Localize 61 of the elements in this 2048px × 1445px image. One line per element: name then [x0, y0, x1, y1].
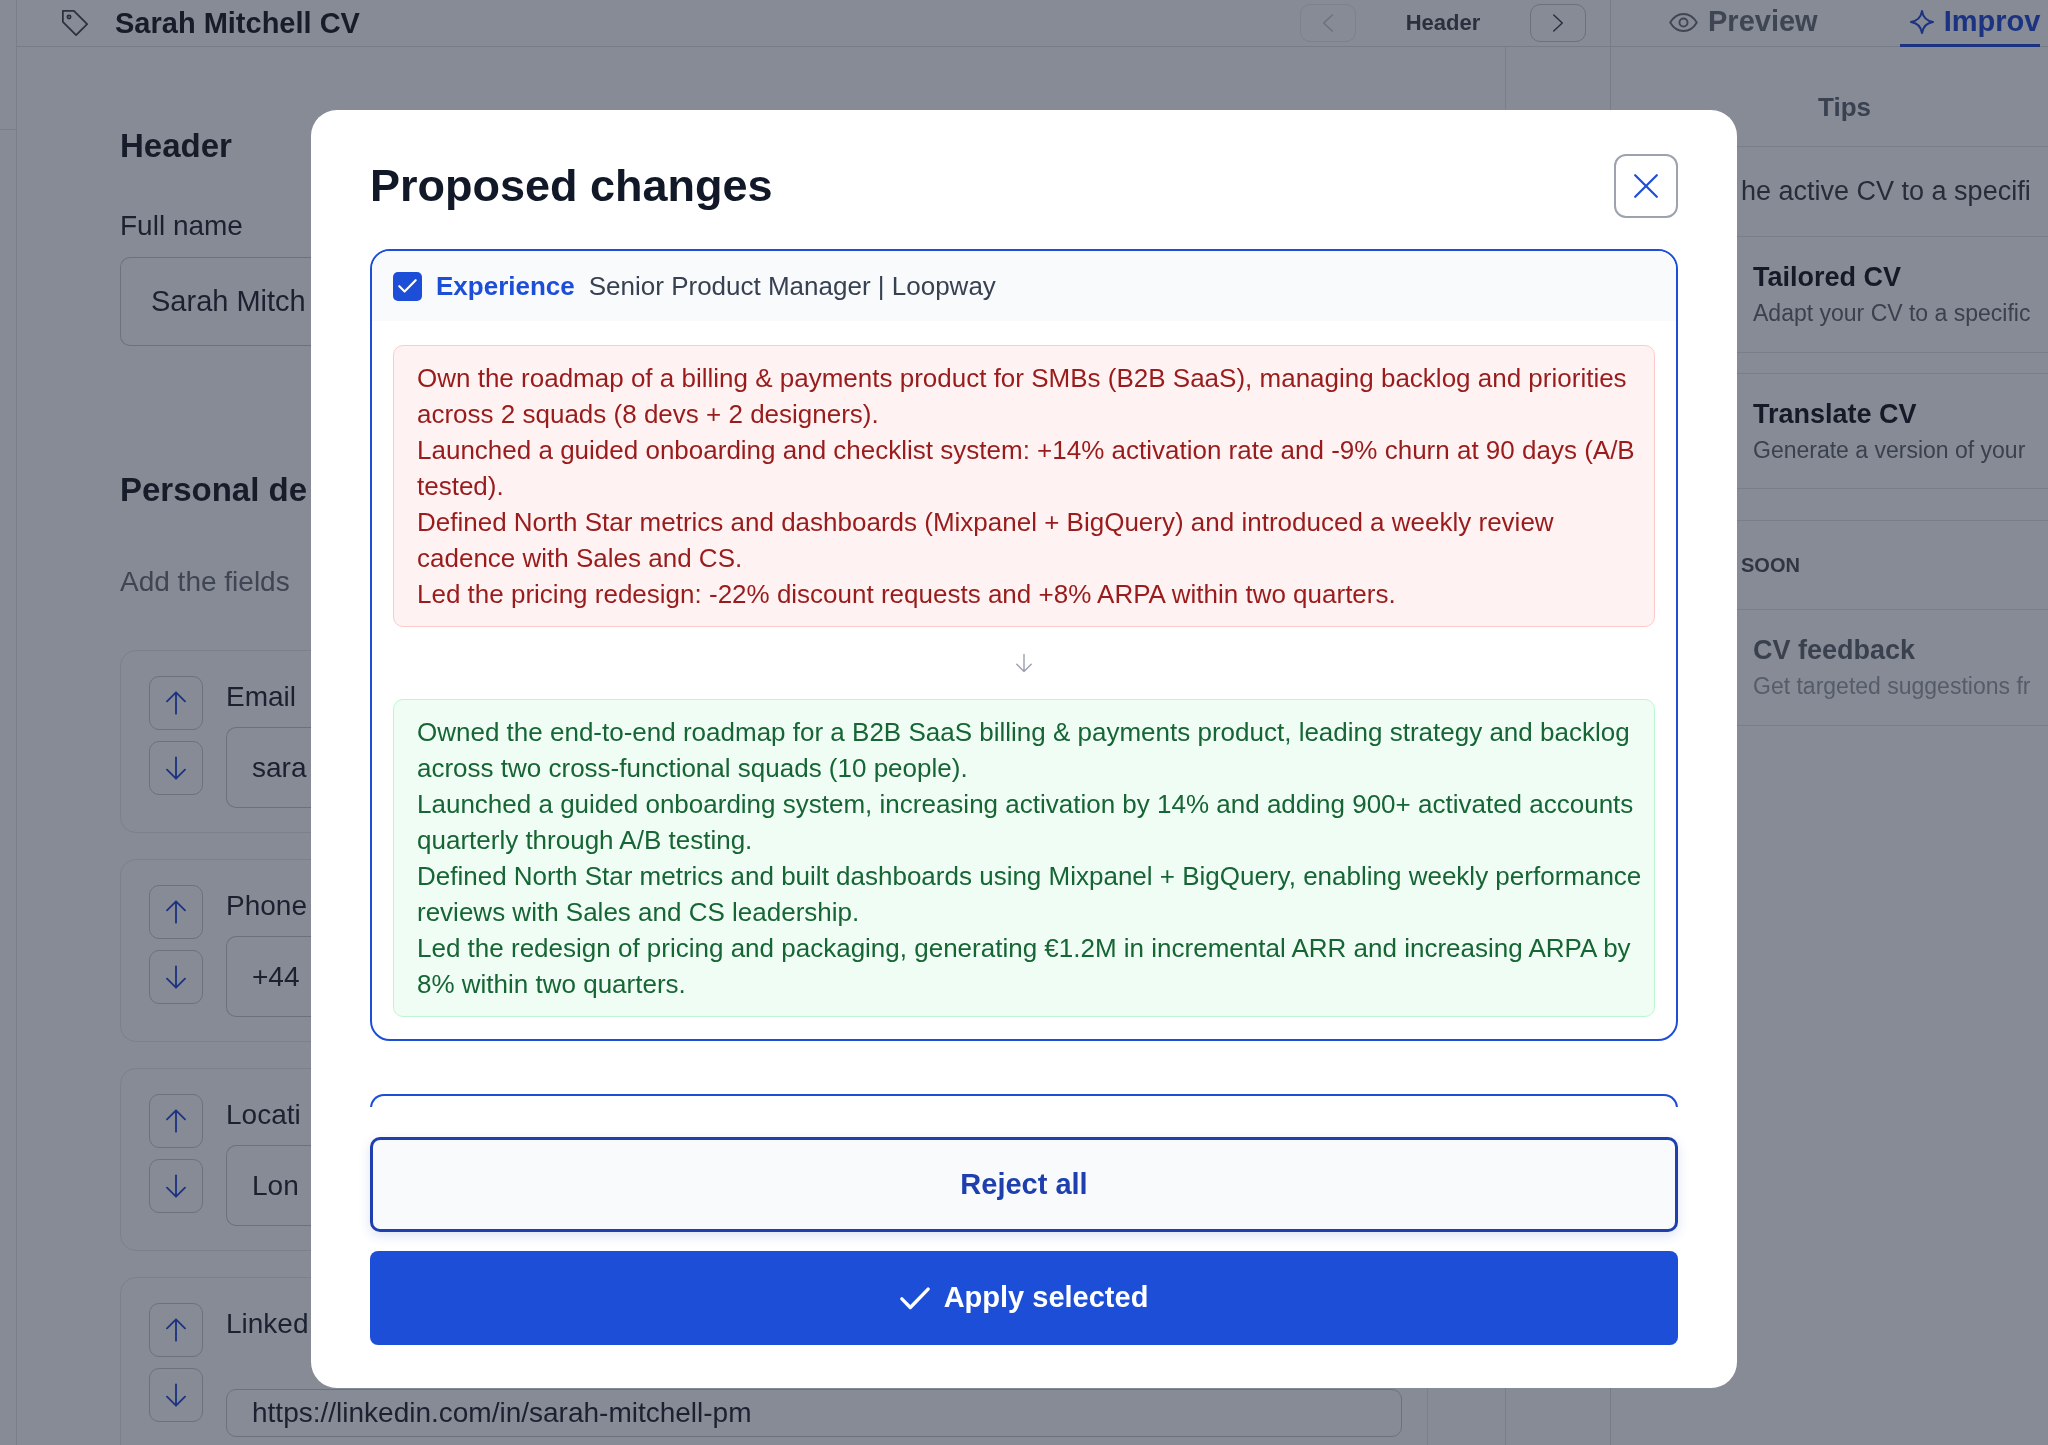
added-text: Defined North Star metrics and built dashboards using Mixpanel + BigQuery, enabling weekly performance reviews with Sales and CS leadership. — [417, 860, 1643, 929]
reject-all-button[interactable]: Reject all — [370, 1137, 1678, 1232]
arrow-down-icon — [166, 965, 186, 989]
arrow-up-icon — [166, 1318, 186, 1342]
removed-text: Defined North Star metrics and dashboards (Mixpanel + BigQuery) and introduced a weekly review cadence with Sales and CS. — [417, 506, 1555, 575]
change-section: Experience — [436, 266, 575, 306]
panel-tab[interactable]: Preview — [1655, 0, 1832, 47]
tool-description: Generate a version of your — [1753, 435, 2026, 465]
section-heading: Personal de — [120, 470, 308, 510]
removed-text: Led the pricing redesign: -22% discount requests and +8% ARPA within two quarters. — [417, 578, 1397, 611]
check-icon — [398, 279, 417, 293]
panel-section-title: Tips — [1818, 91, 1871, 124]
tool-description: Adapt your CV to a specific — [1753, 299, 2031, 328]
move-down-button[interactable] — [149, 950, 203, 1004]
field-label: Email — [226, 680, 296, 714]
check-icon — [899, 1286, 930, 1310]
field-label: Linked — [226, 1307, 309, 1341]
arrow-down-icon — [166, 756, 186, 780]
added-text: Launched a guided onboarding system, increasing activation by 14% and adding 900+ activated accounts quarterly through A/B testing. — [417, 788, 1635, 857]
move-up-button[interactable] — [149, 1094, 203, 1148]
section-heading: Header — [120, 126, 232, 166]
change-subtitle: Senior Product Manager | Loopway — [588, 269, 996, 303]
move-up-button[interactable] — [149, 676, 203, 730]
sparkle-icon — [1909, 10, 1934, 34]
group-label: SOON — [1741, 553, 1800, 578]
chevron-right-icon — [1553, 14, 1563, 32]
arrow-down-icon — [166, 1383, 186, 1407]
move-up-button[interactable] — [149, 1303, 203, 1357]
apply-selected-button[interactable]: Apply selected — [370, 1251, 1678, 1345]
move-down-button[interactable] — [149, 1159, 203, 1213]
arrow-up-icon — [166, 691, 186, 715]
added-text: Led the redesign of pricing and packaging, generating €1.2M in incremental ARR and increasing ARPA by 8% within two quarters. — [417, 932, 1632, 1001]
field-label: Locati — [226, 1098, 301, 1132]
tag-icon — [62, 10, 88, 36]
move-down-button[interactable] — [149, 741, 203, 795]
text-field[interactable]: https://linkedin.com/in/sarah-mitchell-pm — [226, 1389, 1402, 1437]
dialog-title: Proposed changes — [370, 159, 773, 213]
removed-text: Own the roadmap of a billing & payments product for SMBs (B2B SaaS), managing backlog and priorities across 2 squads (8 devs + 2 designers). — [417, 362, 1628, 431]
arrow-down-icon — [1016, 653, 1032, 673]
move-down-button[interactable] — [149, 1368, 203, 1422]
removed-text: Launched a guided onboarding and checklist system: +14% activation rate and -9% churn at 90 days (A/B tested). — [417, 434, 1636, 503]
panel-tab[interactable]: Improv — [1899, 0, 2041, 47]
panel-intro-text: he active CV to a specifi — [1741, 175, 2031, 209]
field-label: Phone — [226, 889, 307, 923]
field-label: Full name — [120, 209, 243, 243]
close-icon — [1634, 174, 1658, 198]
next-section-button[interactable] — [1530, 4, 1586, 42]
added-text: Owned the end-to-end roadmap for a B2B SaaS billing & payments product, leading strategy and backlog across two cross-functional squads (10 people). — [417, 716, 1631, 785]
section-name: Header — [1404, 9, 1482, 37]
arrow-up-icon — [166, 900, 186, 924]
document-title: Sarah Mitchell CV — [115, 6, 360, 40]
checkbox[interactable] — [393, 271, 422, 301]
chevron-left-icon — [1323, 14, 1333, 32]
close-button[interactable] — [1614, 154, 1678, 218]
arrow-down-icon — [166, 1174, 186, 1198]
eye-icon — [1669, 12, 1698, 32]
section-hint: Add the fields — [120, 565, 290, 599]
move-up-button[interactable] — [149, 885, 203, 939]
arrow-up-icon — [166, 1109, 186, 1133]
tool-title[interactable]: Tailored CV — [1753, 260, 1902, 294]
tool-title[interactable]: Translate CV — [1753, 396, 1917, 431]
